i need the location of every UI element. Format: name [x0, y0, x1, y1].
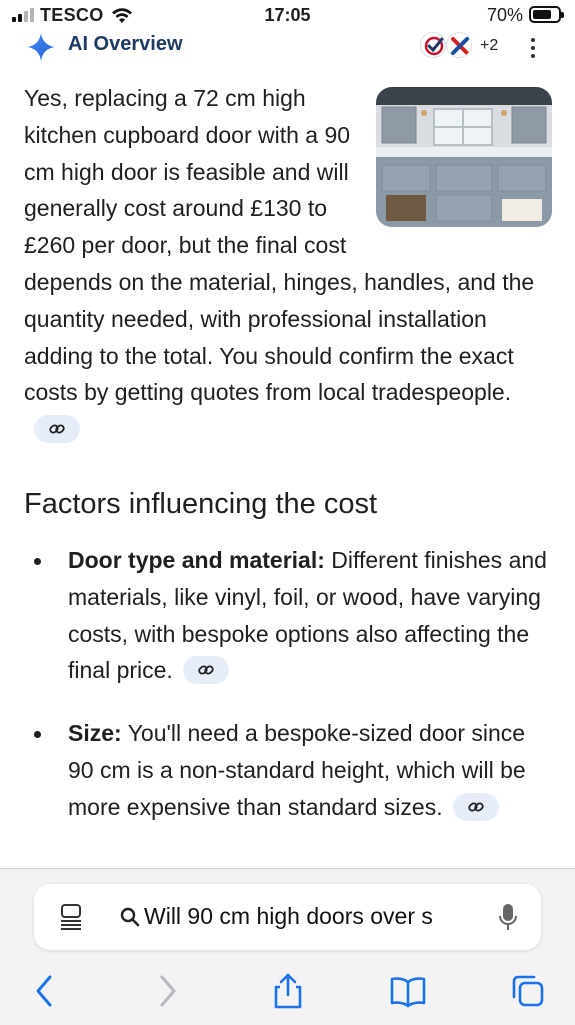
forward-icon[interactable]	[150, 973, 186, 1009]
microphone-icon[interactable]	[498, 903, 518, 933]
bullet-dot	[34, 731, 41, 739]
citation-link-chip[interactable]	[182, 656, 229, 685]
list-item: Door type and material: Different finish…	[24, 542, 554, 689]
bullet-label: Size	[68, 720, 115, 747]
address-bar[interactable]: Will 90 cm high doors over s	[34, 884, 541, 950]
ai-overview-answer: Yes, replacing a 72 cm high kitchen cupb…	[24, 80, 554, 448]
source-tools-icon[interactable]	[446, 32, 472, 58]
citation-link-chip[interactable]	[34, 415, 80, 444]
share-icon[interactable]	[270, 973, 306, 1009]
source-checkmark-icon[interactable]	[420, 32, 446, 58]
list-item: Size: You'll need a bespoke-sized door s…	[24, 715, 554, 825]
factors-list: Door type and material: Different finish…	[24, 542, 554, 852]
tab-overview-icon[interactable]	[60, 904, 84, 930]
battery-percent: 70%	[486, 5, 523, 25]
more-options-icon[interactable]	[530, 38, 536, 58]
citation-link-chip[interactable]	[452, 792, 499, 821]
bullet-dot	[34, 558, 41, 565]
ai-overview-title: AI Overview	[68, 33, 183, 55]
link-icon	[198, 665, 214, 675]
battery-icon	[529, 6, 564, 23]
search-query[interactable]: Will 90 cm high doors over s	[144, 903, 508, 930]
bookmarks-icon[interactable]	[390, 973, 426, 1009]
back-icon[interactable]	[26, 973, 62, 1009]
kitchen-cabinet-image[interactable]	[376, 87, 552, 227]
link-icon	[467, 802, 484, 812]
more-sources-count[interactable]: +2	[480, 37, 498, 55]
section-heading: Factors influencing the cost	[24, 488, 378, 520]
bullet-label: Door type and material	[68, 547, 318, 573]
link-icon	[49, 424, 65, 434]
ai-overview-header: AI Overview +2	[0, 28, 575, 64]
browser-toolbar: Will 90 cm high doors over s	[0, 868, 575, 1025]
search-icon	[120, 907, 140, 927]
gemini-sparkle-icon	[27, 33, 55, 61]
tabs-icon[interactable]	[510, 973, 546, 1009]
